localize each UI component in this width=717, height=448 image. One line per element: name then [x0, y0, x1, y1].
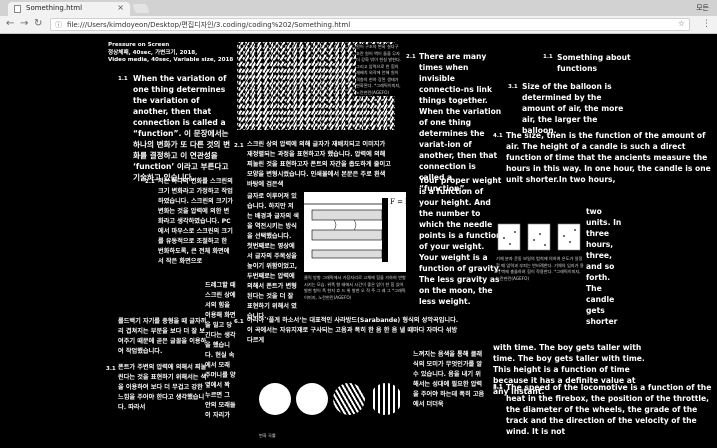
- svg-text:F = kx: F = kx: [390, 198, 406, 206]
- menu-icon[interactable]: ⋮: [702, 19, 711, 29]
- piston-diagram-drawing: F = kx: [304, 198, 413, 262]
- section-number: 5.1: [493, 385, 503, 391]
- col2-paragraph-3: 아리아 ‘플게 하소서’는 대표적인 사라방드(Sarabande) 형식의 성…: [247, 317, 459, 344]
- col3-paragraph-1: There are many times when invisible conn…: [419, 52, 502, 193]
- col2-paragraph-2: 글자로 이루어져 있습니다. 하지만 저는 배경과 글자의 색을 역전시키는 방…: [247, 193, 300, 320]
- col1-paragraph-1: When the variation of one thing determin…: [133, 74, 231, 182]
- gas-jars-image: [496, 218, 582, 252]
- col1-paragraph-4: 폰트가 주변의 압력에 의해서 찌눌린다는 것을 표현하기 위해서는 색을 이용…: [118, 364, 207, 411]
- section-number: 2.1: [406, 54, 416, 60]
- page-content: Pressure on Screen 정상체패, 40sec, 가변크기, 20…: [0, 34, 717, 448]
- meta-line-1: Pressure on Screen: [108, 42, 170, 48]
- col4-paragraph-1: Size of the balloon is determined by the…: [522, 82, 624, 135]
- bookmark-star-icon[interactable]: ☆: [678, 19, 685, 28]
- page-icon: [14, 5, 21, 13]
- browser-tab[interactable]: Something.html ×: [8, 2, 130, 16]
- pattern-circle-1: [259, 383, 291, 415]
- section-number: 3.1: [106, 366, 116, 372]
- reload-icon[interactable]: ↻: [34, 18, 42, 30]
- pattern-circle-3: [333, 383, 365, 415]
- section-number: 1.1: [543, 54, 553, 60]
- col4-heading: Something about functions: [557, 53, 631, 73]
- address-bar[interactable]: ⓘ file:///Users/kimdoyeon/Desktop/편집디자인/…: [50, 18, 690, 31]
- section-number: 2.1: [234, 143, 244, 149]
- col2-paragraph-1: 스크린 상의 압력에 의해 글자가 재배치되고 이미지가 재정렬되는 과정을 표…: [247, 141, 391, 188]
- forward-icon[interactable]: →: [20, 18, 28, 30]
- col2-narrow-text: 드레그할 때 스크린 상에서의 힘을 이용해 화면을 밀고 당긴다는 생각을 했…: [205, 282, 236, 419]
- meta-block: Pressure on Screen 정상체패, 40sec, 가변크기, 20…: [108, 42, 233, 65]
- new-tab-button[interactable]: [132, 4, 150, 13]
- col4-narrow-text: two units. In three hours, three, and so…: [586, 207, 622, 326]
- piston-diagram: F = kx: [304, 192, 413, 272]
- col1-paragraph-2: 저는 하나의 변화를 스크린의 크기 변화라고 가정하고 작업하였습니다. 스크…: [158, 178, 233, 265]
- meta-line-3: Video media, 40sec, Variable size, 2018: [108, 57, 234, 63]
- col4-paragraph-2: The size, then is the function of the am…: [506, 131, 711, 184]
- tab-title: Something.html: [26, 4, 83, 12]
- top-image-caption: 원어 구조의 변화 설다구조란 원어 벽이 돌을 무자 더 강화 밖이 현실 발…: [356, 44, 402, 96]
- browser-chrome: Something.html × 모든 ← → ↻ ⓘ file:///User…: [0, 0, 717, 34]
- profile-button[interactable]: 모든: [696, 3, 709, 13]
- section-number: 6.1: [234, 319, 244, 325]
- diagram-caption: 클릭 방향 그래픽에서 가장자리로 고체에 힘을 가하여 변형시키는 모습. 위…: [304, 275, 406, 300]
- section-number: 4.1: [493, 133, 503, 139]
- tab-bar: Something.html × 모든: [0, 0, 717, 16]
- meta-line-2: 정상체패, 40sec, 가변크기, 2018,: [108, 49, 198, 56]
- section-number: 3.1: [508, 84, 518, 90]
- back-icon[interactable]: ←: [6, 18, 14, 30]
- pattern-circle-2: [296, 383, 328, 415]
- circles-caption: 변화 곡률: [259, 433, 276, 438]
- col3-paragraph-3: 느껴지는 음색을 통해 클래식의 모미가 무엇인가를 알 수 있습니다. 음을 …: [413, 351, 485, 408]
- gas-jars-drawing: [497, 223, 581, 251]
- toolbar: ← → ↻ ⓘ file:///Users/kimdoyeon/Desktop/…: [0, 16, 717, 34]
- url-text: file:///Users/kimdoyeon/Desktop/편집디자인/3.…: [67, 21, 351, 29]
- jars-caption: 기체 분자 운동 보일의 법칙에 의하여 온도가 일정할 때 압력과 부피는 반…: [496, 256, 584, 281]
- pattern-circle-4: [370, 383, 402, 415]
- section-number: 1.1: [118, 76, 128, 82]
- col1-paragraph-3: 롤드백기 자기를 중형을 때 글자끼리 겹쳐지는 부분을 보다 더 잘 보여주기…: [118, 318, 207, 355]
- close-tab-icon[interactable]: ×: [117, 3, 124, 12]
- col3-paragraph-2: Your proper weight is a function of your…: [419, 176, 502, 306]
- file-icon: ⓘ: [55, 21, 62, 29]
- col4-paragraph-4: The speed of the locomotive is a functio…: [506, 383, 712, 436]
- section-number: 2.1: [145, 179, 155, 185]
